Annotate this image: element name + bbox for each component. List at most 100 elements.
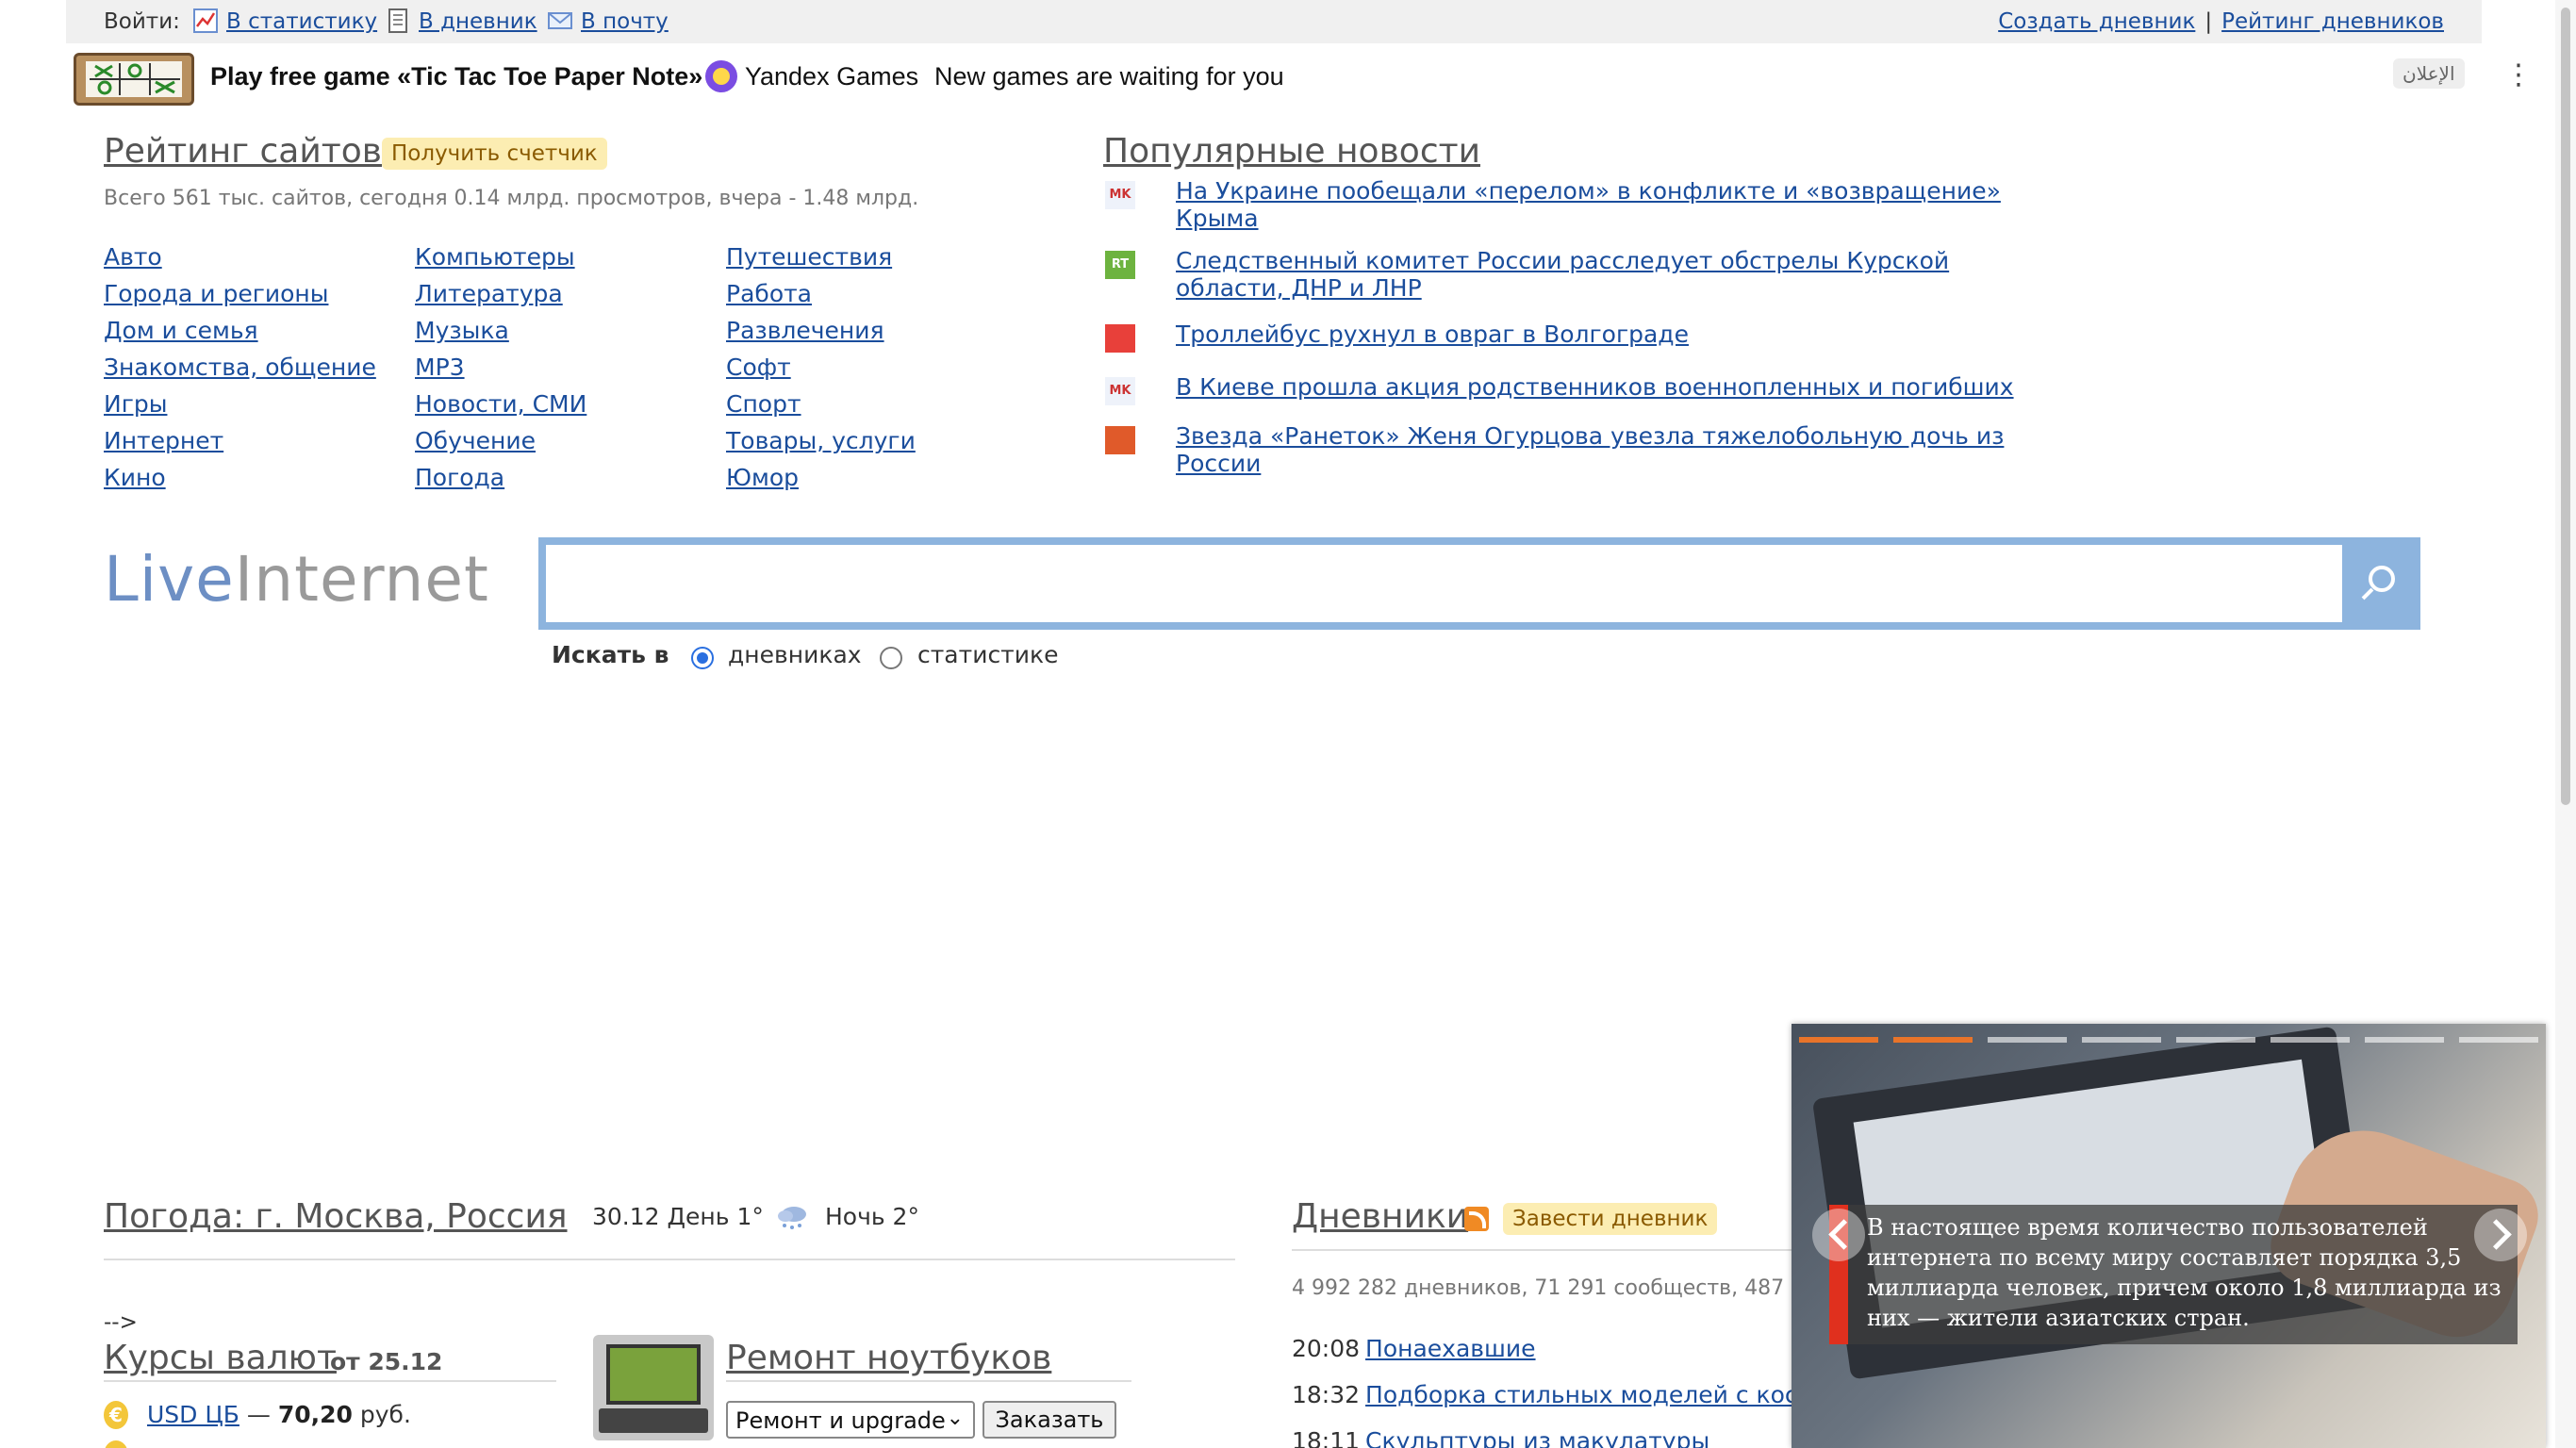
category-link[interactable]: Дом и семья bbox=[104, 317, 258, 344]
news-title[interactable]: Популярные новости bbox=[1103, 132, 1480, 171]
diary-rating-link[interactable]: Рейтинг дневников bbox=[2221, 9, 2444, 34]
category-link[interactable]: Погода bbox=[415, 464, 504, 491]
news-headline-link[interactable]: Следственный комитет России расследует о… bbox=[1176, 247, 2024, 302]
search-button[interactable] bbox=[2342, 537, 2420, 630]
currency-separator: — bbox=[246, 1401, 271, 1428]
logo-live: Live bbox=[104, 543, 235, 616]
tic-tac-toe-icon bbox=[90, 63, 180, 95]
slider-progress-bar[interactable] bbox=[2082, 1037, 2161, 1043]
slider-progress-bar[interactable] bbox=[2459, 1037, 2538, 1043]
slider-caption[interactable]: В настоящее время количество пользовател… bbox=[1867, 1212, 2508, 1333]
ad-brand[interactable]: Yandex Games bbox=[745, 62, 918, 91]
category-link[interactable]: MP3 bbox=[415, 354, 465, 381]
category-link[interactable]: Обучение bbox=[415, 427, 536, 454]
divider bbox=[726, 1380, 1131, 1382]
ad-label: الإعلان bbox=[2393, 58, 2465, 89]
create-diary-link[interactable]: Создать дневник bbox=[1998, 9, 2195, 34]
diary-time: 18:11 bbox=[1292, 1427, 1361, 1448]
mail-link[interactable]: В почту bbox=[581, 9, 669, 34]
diary-icon bbox=[388, 8, 407, 33]
category-link[interactable]: Работа bbox=[726, 280, 812, 307]
slider-next-button[interactable] bbox=[2474, 1209, 2527, 1261]
radio-statistics-label[interactable]: статистике bbox=[917, 641, 1058, 668]
mail-icon bbox=[548, 12, 572, 29]
category-link[interactable]: Софт bbox=[726, 354, 791, 381]
page-scrollbar[interactable] bbox=[2555, 0, 2576, 1448]
news-headline-link[interactable]: Троллейбус рухнул в овраг в Волгограде bbox=[1176, 321, 2024, 348]
ad-description[interactable]: New games are waiting for you bbox=[934, 62, 1284, 91]
slider-prev-button[interactable] bbox=[1812, 1209, 1865, 1261]
news-headline-link[interactable]: Звезда «Ранеток» Женя Огурцова увезла тя… bbox=[1176, 422, 2024, 477]
repair-select[interactable]: Ремонт и upgrade ⌄ bbox=[726, 1401, 975, 1439]
ad-title[interactable]: Play free game «Tic Tac Toe Paper Note» bbox=[210, 62, 702, 91]
divider bbox=[104, 1259, 1235, 1260]
repair-title[interactable]: Ремонт ноутбуков bbox=[726, 1339, 1051, 1377]
divider bbox=[104, 1380, 556, 1382]
radio-diaries-label[interactable]: дневниках bbox=[728, 641, 862, 668]
slider-progress-bar[interactable] bbox=[2365, 1037, 2444, 1043]
slider-progress-bar[interactable] bbox=[1799, 1037, 1878, 1043]
news-headline-link[interactable]: В Киеве прошла акция родственников военн… bbox=[1176, 373, 2024, 401]
search-in-label: Искать в bbox=[552, 641, 669, 668]
radio-diaries[interactable] bbox=[691, 647, 714, 669]
news-source-icon: MK bbox=[1105, 377, 1135, 405]
category-link[interactable]: Товары, услуги bbox=[726, 427, 916, 454]
category-link[interactable]: Игры bbox=[104, 390, 167, 418]
category-link[interactable]: Музыка bbox=[415, 317, 509, 344]
currency-title[interactable]: Курсы валют bbox=[104, 1339, 337, 1377]
category-link[interactable]: Литература bbox=[415, 280, 563, 307]
start-diary-button[interactable]: Завести дневник bbox=[1503, 1203, 1718, 1235]
news-headline-link[interactable]: На Украине пообещали «перелом» в конфлик… bbox=[1176, 177, 2024, 232]
weather-title[interactable]: Погода: г. Москва, Россия bbox=[104, 1197, 568, 1236]
slider-progress bbox=[1799, 1037, 2544, 1043]
currency-date: от 25.12 bbox=[330, 1348, 443, 1375]
category-link[interactable]: Знакомства, общение bbox=[104, 354, 376, 381]
diaries-title[interactable]: Дневники bbox=[1292, 1197, 1468, 1236]
laptop-image[interactable] bbox=[593, 1335, 714, 1440]
currency-unit: руб. bbox=[359, 1401, 411, 1428]
category-link[interactable]: Новости, СМИ bbox=[415, 390, 586, 418]
category-link[interactable]: Путешествия bbox=[726, 243, 892, 271]
rss-icon[interactable] bbox=[1464, 1207, 1489, 1231]
category-link[interactable]: Развлечения bbox=[726, 317, 884, 344]
ad-game-thumbnail[interactable] bbox=[74, 53, 194, 106]
liveinternet-logo[interactable]: LiveInternet bbox=[104, 543, 489, 616]
order-button[interactable]: Заказать bbox=[983, 1401, 1116, 1439]
diary-link[interactable]: В дневник bbox=[419, 9, 537, 34]
stats-link[interactable]: В статистику bbox=[226, 9, 377, 34]
diary-time: 18:32 bbox=[1292, 1381, 1361, 1408]
diary-post-link[interactable]: Подборка стильных моделей с косак bbox=[1365, 1381, 1826, 1408]
category-link[interactable]: Авто bbox=[104, 243, 162, 271]
radio-statistics[interactable] bbox=[880, 647, 902, 669]
news-source-icon bbox=[1105, 324, 1135, 353]
rating-stats: Всего 561 тыс. сайтов, сегодня 0.14 млрд… bbox=[104, 187, 919, 210]
category-link[interactable]: Юмор bbox=[726, 464, 799, 491]
divider bbox=[1292, 1249, 1858, 1251]
news-slider-popup[interactable]: В настоящее время количество пользовател… bbox=[1792, 1024, 2546, 1448]
slider-progress-bar[interactable] bbox=[2271, 1037, 2350, 1043]
slider-progress-bar[interactable] bbox=[2176, 1037, 2255, 1043]
get-counter-button[interactable]: Получить счетчик bbox=[382, 138, 607, 170]
category-link[interactable]: Кино bbox=[104, 464, 166, 491]
category-link[interactable]: Компьютеры bbox=[415, 243, 575, 271]
category-link[interactable]: Спорт bbox=[726, 390, 801, 418]
currency-icon: € bbox=[104, 1401, 128, 1429]
diary-post-link[interactable]: Скульптуры из макулатуры bbox=[1365, 1427, 1709, 1448]
ad-banner[interactable]: Play free game «Tic Tac Toe Paper Note» … bbox=[74, 49, 2533, 107]
diary-time: 20:08 bbox=[1292, 1335, 1361, 1362]
slider-progress-bar[interactable] bbox=[1988, 1037, 2067, 1043]
stray-text: --> bbox=[104, 1310, 138, 1335]
usd-link[interactable]: USD ЦБ bbox=[147, 1401, 239, 1428]
category-link[interactable]: Города и регионы bbox=[104, 280, 328, 307]
search-input[interactable] bbox=[538, 537, 2420, 630]
diary-post-link[interactable]: Понаехавшие bbox=[1365, 1335, 1536, 1362]
rating-title[interactable]: Рейтинг сайтов bbox=[104, 132, 382, 171]
slider-progress-bar[interactable] bbox=[1893, 1037, 1973, 1043]
scrollbar-thumb[interactable] bbox=[2561, 8, 2570, 805]
category-link[interactable]: Интернет bbox=[104, 427, 223, 454]
login-label: Войти: bbox=[104, 9, 180, 34]
currency-icon-2 bbox=[104, 1440, 128, 1448]
more-options-icon[interactable]: ⋮ bbox=[2504, 58, 2533, 92]
logo-internet: Internet bbox=[234, 543, 489, 616]
yandex-games-icon bbox=[705, 60, 737, 92]
